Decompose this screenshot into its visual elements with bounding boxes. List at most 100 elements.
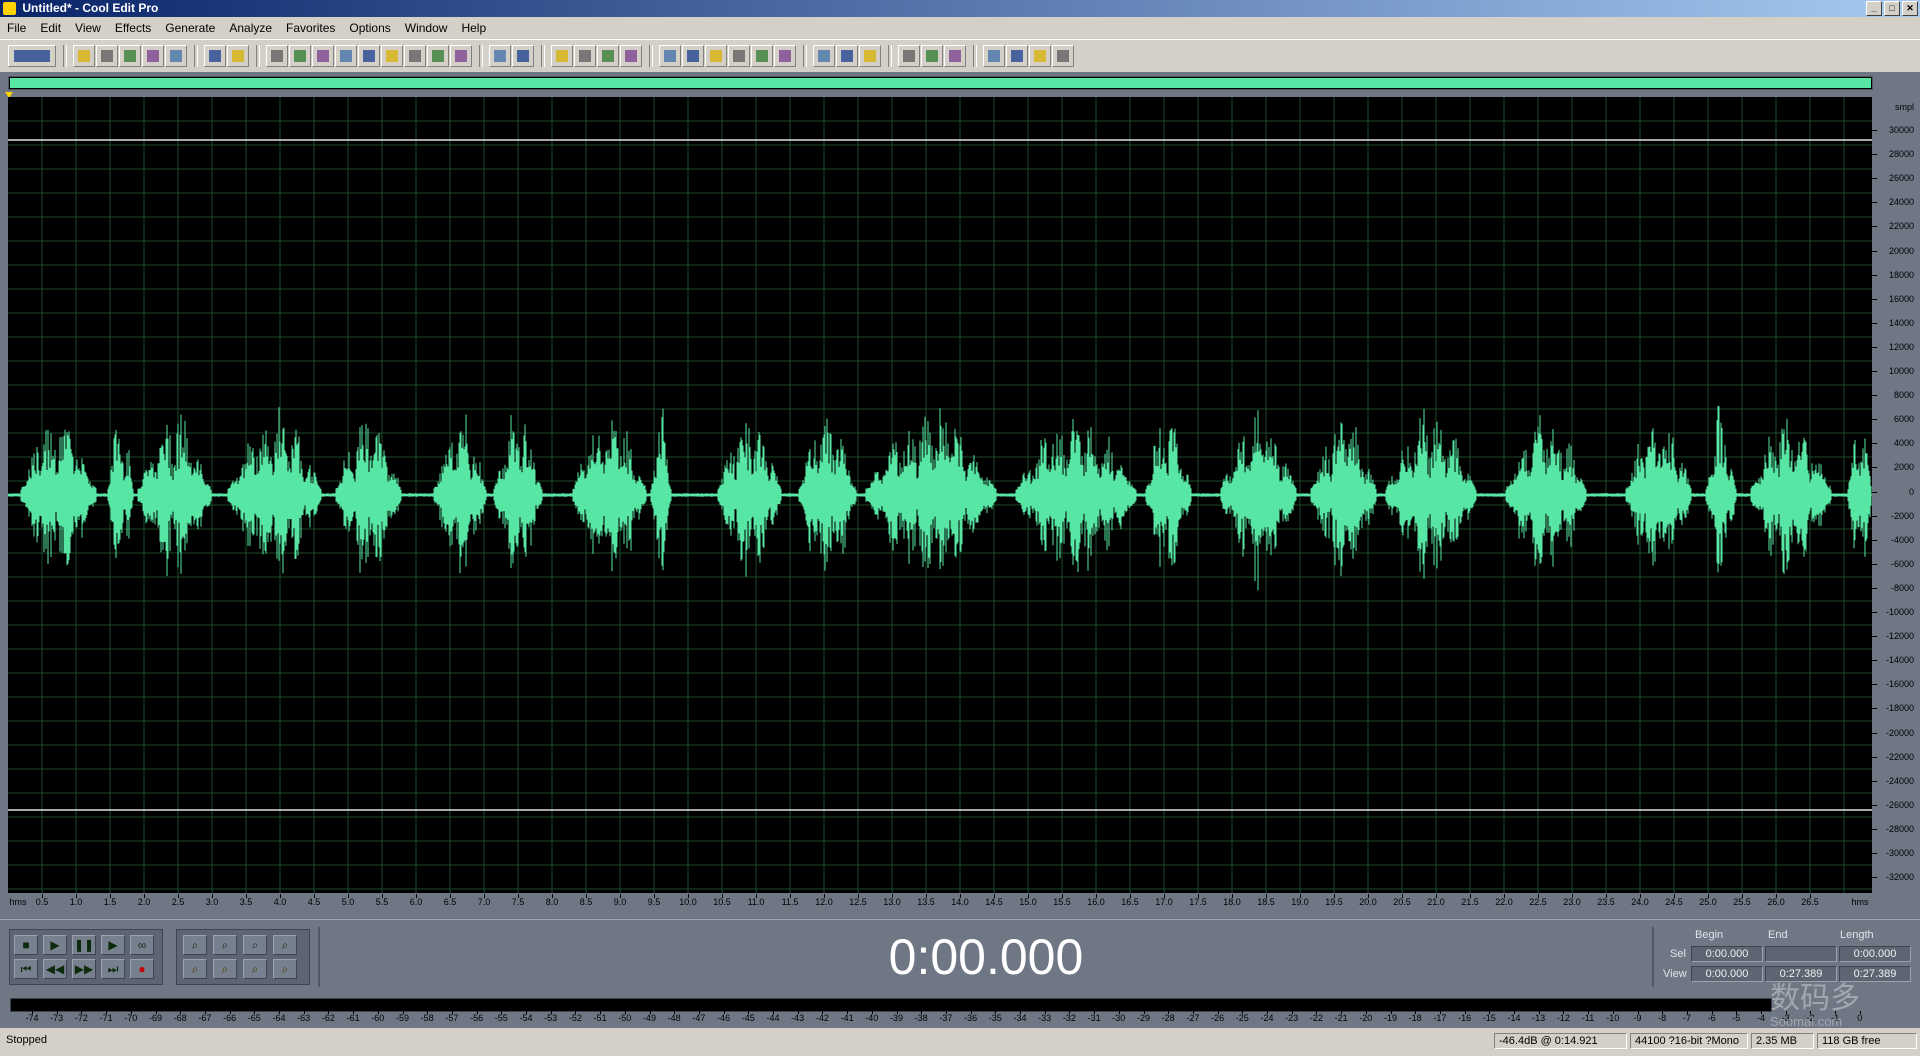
waveform-overview-bar[interactable] — [8, 76, 1873, 90]
paste-button[interactable] — [358, 45, 380, 67]
sel-length-field[interactable]: 0:00.000 — [1839, 946, 1911, 962]
menu-help[interactable]: Help — [454, 21, 493, 35]
open-button[interactable] — [96, 45, 118, 67]
time-format-button[interactable] — [705, 45, 727, 67]
envelope-button[interactable] — [512, 45, 534, 67]
menu-view[interactable]: View — [68, 21, 108, 35]
menu-options[interactable]: Options — [342, 21, 397, 35]
scripts-button[interactable] — [898, 45, 920, 67]
level-label: -40 — [865, 1013, 879, 1023]
amplitude-tick — [1872, 563, 1877, 565]
graphic-eq-button[interactable] — [1052, 45, 1074, 67]
close-button[interactable] — [165, 45, 187, 67]
settings-button[interactable] — [659, 45, 681, 67]
zoom-out-button[interactable]: ⌕ — [213, 935, 237, 955]
help-button[interactable] — [859, 45, 881, 67]
menu-favorites[interactable]: Favorites — [279, 21, 342, 35]
repeat-button[interactable] — [266, 45, 288, 67]
zoom-left-button[interactable]: ⌕ — [183, 959, 207, 979]
time-label: 21.5 — [1461, 897, 1479, 907]
fast-forward-button[interactable]: ▶▶ — [72, 959, 96, 979]
amplify-button[interactable] — [921, 45, 943, 67]
rewind-button[interactable]: ◀◀ — [43, 959, 67, 979]
pause-button[interactable]: ❚❚ — [72, 935, 96, 955]
amplitude-tick — [1872, 178, 1877, 180]
redo-button[interactable] — [227, 45, 249, 67]
status-free-space: 118 GB free — [1817, 1033, 1917, 1049]
waveform-view-button[interactable] — [551, 45, 573, 67]
noise-reduction-button[interactable] — [983, 45, 1005, 67]
copy-new-button[interactable] — [312, 45, 334, 67]
info-button[interactable] — [774, 45, 796, 67]
mode-switch-button[interactable] — [8, 45, 56, 67]
zoom-selection-button[interactable]: ⌕ — [243, 959, 267, 979]
save-as-button[interactable] — [142, 45, 164, 67]
play-button[interactable]: ▶ — [43, 935, 67, 955]
overview-visible-range[interactable] — [10, 78, 1871, 88]
zoom-out-vertical-button[interactable]: ⌕ — [273, 959, 297, 979]
zoom-in-vertical-button[interactable]: ⌕ — [273, 935, 297, 955]
statistics-button[interactable] — [836, 45, 858, 67]
level-label: -37 — [939, 1013, 953, 1023]
view-length-field[interactable]: 0:27.389 — [1839, 966, 1911, 982]
menu-window[interactable]: Window — [398, 21, 455, 35]
cut-button[interactable] — [335, 45, 357, 67]
sel-end-field[interactable] — [1765, 946, 1837, 962]
loop-button[interactable] — [597, 45, 619, 67]
save-as-icon — [147, 50, 159, 62]
view-end-field[interactable]: 0:27.389 — [1765, 966, 1837, 982]
level-label: -72 — [74, 1013, 88, 1023]
close-button[interactable]: ✕ — [1902, 1, 1918, 16]
loop-play-button[interactable]: ∞ — [130, 935, 154, 955]
crop-button[interactable] — [427, 45, 449, 67]
level-label: -35 — [988, 1013, 1002, 1023]
spectral-view-icon — [579, 50, 591, 62]
spectral-view-button[interactable] — [574, 45, 596, 67]
amplitude-tick — [1872, 371, 1877, 372]
play-to-end-button[interactable]: ▶ — [101, 935, 125, 955]
stop-button[interactable]: ■ — [14, 935, 38, 955]
zoom-right-button[interactable]: ⌕ — [213, 959, 237, 979]
save-button[interactable] — [119, 45, 141, 67]
effects-rack-button[interactable] — [1029, 45, 1051, 67]
undo-button[interactable] — [204, 45, 226, 67]
go-to-start-button[interactable]: ⏮ — [14, 959, 38, 979]
amplitude-tick — [1872, 346, 1877, 348]
paste-new-button[interactable] — [381, 45, 403, 67]
sel-begin-field[interactable]: 0:00.000 — [1691, 946, 1763, 962]
status-format: 44100 ?16-bit ?Mono — [1630, 1033, 1748, 1049]
maximize-button[interactable]: □ — [1884, 1, 1900, 16]
menu-file[interactable]: File — [0, 21, 33, 35]
menu-analyze[interactable]: Analyze — [222, 21, 279, 35]
copy-button[interactable] — [289, 45, 311, 67]
display-button[interactable] — [728, 45, 750, 67]
new-button[interactable] — [73, 45, 95, 67]
menu-effects[interactable]: Effects — [108, 21, 158, 35]
waveform-svg[interactable] — [8, 97, 1872, 893]
filter-button[interactable] — [1006, 45, 1028, 67]
time-label: 7.0 — [477, 897, 491, 907]
waveform-display[interactable] — [8, 97, 1872, 893]
level-label: -39 — [889, 1013, 904, 1023]
time-label: 21.0 — [1427, 897, 1445, 907]
frequency-analysis-button[interactable] — [813, 45, 835, 67]
time-ruler[interactable]: hms hms 0.5 1.0 1.5 2.0 2.5 3.0 3.5 4.0 4.5 5.0 5.… — [8, 894, 1872, 914]
cue-list-button[interactable] — [620, 45, 642, 67]
normalize-button[interactable] — [944, 45, 966, 67]
zoom-selection-button[interactable] — [489, 45, 511, 67]
amplitude-tick — [1872, 491, 1877, 493]
menu-edit[interactable]: Edit — [33, 21, 68, 35]
selection-info-panel: Begin End Length Sel View 0:00.000 0:00.… — [1655, 926, 1919, 988]
trim-button[interactable] — [450, 45, 472, 67]
minimize-button[interactable]: _ — [1866, 1, 1882, 16]
zoom-full-button[interactable]: ⌕ — [243, 935, 267, 955]
snap-button[interactable] — [682, 45, 704, 67]
menu-generate[interactable]: Generate — [158, 21, 222, 35]
record-button[interactable]: ● — [130, 959, 154, 979]
metronome-button[interactable] — [751, 45, 773, 67]
view-begin-field[interactable]: 0:00.000 — [1691, 966, 1763, 982]
mix-paste-button[interactable] — [404, 45, 426, 67]
zoom-in-button[interactable]: ⌕ — [183, 935, 207, 955]
go-to-end-button[interactable]: ⏭ — [101, 959, 125, 979]
amplitude-label: -24000 — [1885, 775, 1914, 786]
